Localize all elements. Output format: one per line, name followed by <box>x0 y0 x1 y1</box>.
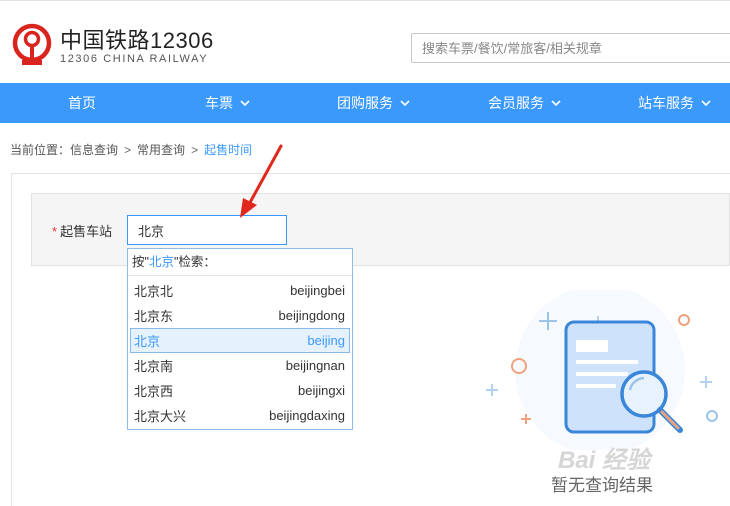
dropdown-list: 北京北 beijingbei 北京东 beijingdong 北京 beijin… <box>128 276 352 428</box>
suggestion-pinyin: beijingbei <box>290 283 345 298</box>
required-mark: * <box>52 224 58 239</box>
railway-logo-icon[interactable] <box>10 23 54 67</box>
suggestion-item[interactable]: 北京西 beijingxi <box>130 378 350 403</box>
dropdown-header-suffix: "检索： <box>173 255 216 269</box>
suggestion-pinyin: beijing <box>307 333 345 348</box>
suggestion-item[interactable]: 北京南 beijingnan <box>130 353 350 378</box>
main-nav: 首页 车票 团购服务 会员服务 站车服务 <box>0 83 730 123</box>
suggestion-item[interactable]: 北京东 beijingdong <box>130 303 350 328</box>
suggestion-name: 北京 <box>134 334 161 349</box>
chevron-down-icon <box>551 100 561 107</box>
chevron-down-icon <box>701 100 711 107</box>
chevron-down-icon <box>240 100 250 107</box>
station-field-label: * 起售车站 <box>52 221 112 240</box>
suggestion-name: 北京西 <box>134 384 174 399</box>
breadcrumb-prefix: 当前位置： <box>10 143 71 157</box>
suggestion-item-selected[interactable]: 北京 beijing <box>130 328 350 353</box>
suggestion-name: 北京南 <box>134 359 174 374</box>
nav-item-station-service[interactable]: 站车服务 <box>638 83 712 123</box>
nav-item-label: 车票 <box>205 95 233 111</box>
breadcrumb-link-info-query[interactable]: 信息查询 <box>70 143 118 157</box>
breadcrumb-link-common-query[interactable]: 常用查询 <box>137 143 185 157</box>
nav-item-label: 团购服务 <box>337 95 393 111</box>
suggestion-name: 北京大兴 <box>134 409 187 424</box>
nav-item-label: 会员服务 <box>488 95 544 111</box>
site-title[interactable]: 中国铁路12306 <box>60 23 214 55</box>
suggestion-item[interactable]: 北京北 beijingbei <box>130 278 350 303</box>
suggestion-item[interactable]: 北京大兴 beijingdaxing <box>130 403 350 428</box>
suggestion-name: 北京东 <box>134 309 174 324</box>
content-border <box>11 173 12 506</box>
site-search-input[interactable] <box>412 34 730 62</box>
baidu-watermark: Bai 经验 <box>558 447 651 474</box>
dropdown-header: 按"北京"检索： <box>128 249 352 276</box>
nav-item-group-service[interactable]: 团购服务 <box>337 83 411 123</box>
suggestion-pinyin: beijingdaxing <box>269 408 345 423</box>
dropdown-header-prefix: 按" <box>132 255 149 269</box>
site-header: 中国铁路12306 12306 CHINA RAILWAY <box>0 0 730 83</box>
station-label-text: 起售车站 <box>60 224 113 239</box>
empty-result-illustration-icon <box>486 290 718 450</box>
chevron-down-icon <box>400 100 410 107</box>
breadcrumb-separator: > <box>191 143 199 157</box>
nav-item-member-service[interactable]: 会员服务 <box>488 83 562 123</box>
content-divider <box>11 173 730 174</box>
breadcrumb: 当前位置：信息查询 > 常用查询 > 起售时间 <box>10 141 252 158</box>
station-suggestion-dropdown: 按"北京"检索： 北京北 beijingbei 北京东 beijingdong … <box>127 248 353 430</box>
site-subtitle: 12306 CHINA RAILWAY <box>60 53 209 65</box>
station-input[interactable] <box>128 216 286 244</box>
breadcrumb-separator: > <box>124 143 132 157</box>
dropdown-header-keyword: 北京 <box>148 255 174 269</box>
site-search[interactable] <box>411 33 730 63</box>
suggestion-pinyin: beijingdong <box>278 308 345 323</box>
nav-item-tickets[interactable]: 车票 <box>205 83 251 123</box>
suggestion-pinyin: beijingnan <box>285 358 345 373</box>
suggestion-pinyin: beijingxi <box>298 383 345 398</box>
suggestion-name: 北京北 <box>134 284 174 299</box>
empty-result-text: 暂无查询结果 <box>551 476 653 495</box>
nav-item-label: 首页 <box>68 95 96 111</box>
nav-item-home[interactable]: 首页 <box>68 83 96 123</box>
nav-item-label: 站车服务 <box>638 95 694 111</box>
annotation-arrow-icon <box>240 144 283 218</box>
